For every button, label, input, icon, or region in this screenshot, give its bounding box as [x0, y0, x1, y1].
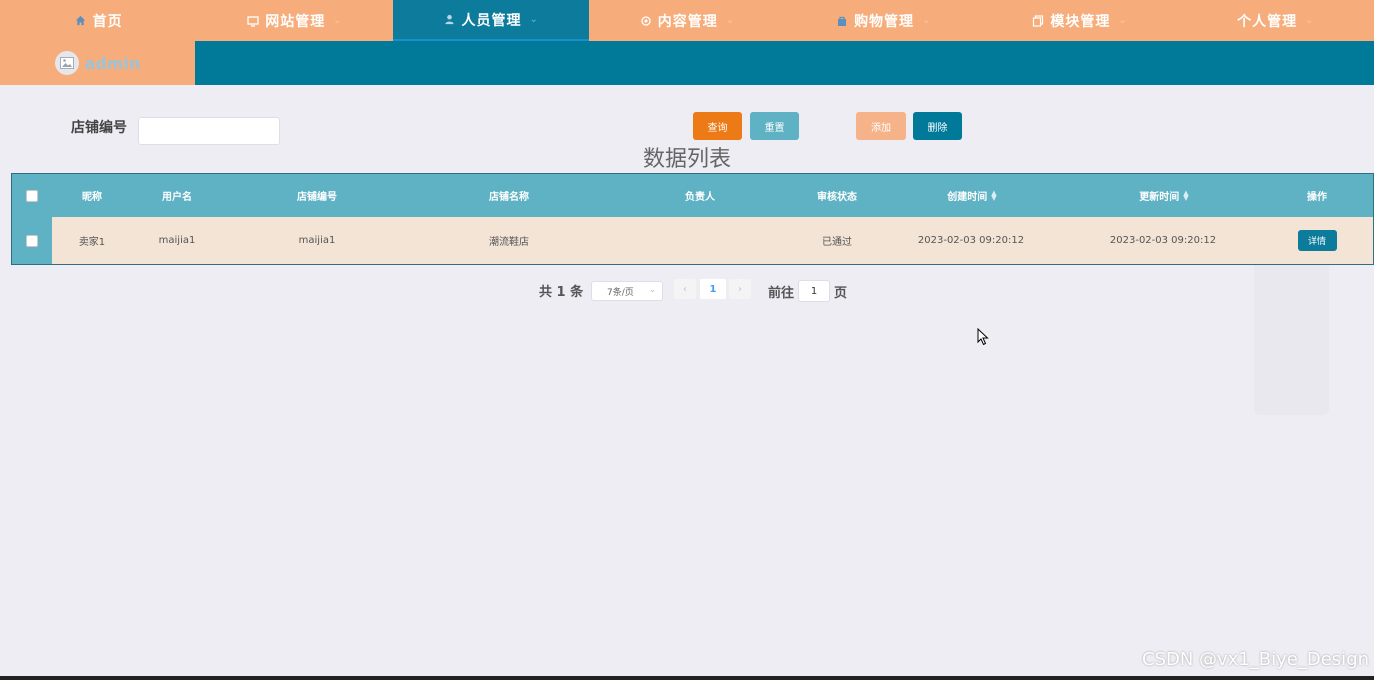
cell-created-time: 2023-02-03 09:20:12	[917, 235, 1025, 246]
username: admin	[84, 53, 141, 73]
prev-page-button[interactable]: ‹	[674, 279, 696, 299]
cell-username: maijia1	[158, 235, 196, 246]
user-icon	[443, 13, 457, 27]
page-size-select[interactable]: 7条/页 ⌄	[591, 281, 663, 301]
bottom-border	[0, 676, 1374, 680]
add-button[interactable]: 添加	[856, 112, 906, 140]
table-row: 卖家1 maijia1 maijia1 潮流鞋店 已通过 2023-02-03 …	[12, 217, 1373, 264]
col-shop-number: 店铺编号	[297, 192, 337, 203]
select-all-checkbox[interactable]	[12, 174, 52, 217]
chevron-down-icon: ⌄	[725, 15, 736, 26]
nav-item-home[interactable]: 首页	[0, 0, 196, 41]
chevron-down-icon: ⌄	[1118, 15, 1128, 26]
col-review-status: 审核状态	[817, 192, 857, 203]
goto-page-input[interactable]: 1	[798, 280, 830, 302]
nav-item-content-management[interactable]: 内容管理 ⌄	[589, 0, 785, 41]
chevron-down-icon: ⌄	[922, 15, 932, 26]
user-bar: admin	[0, 41, 1374, 85]
nav-label-shopping-management: 购物管理	[854, 13, 915, 30]
cell-shop-number: maijia1	[298, 235, 336, 246]
nav-label-personnel-management: 人员管理	[461, 12, 522, 29]
image-icon	[59, 57, 74, 69]
cell-nickname: 卖家1	[78, 237, 106, 248]
col-nickname: 昵称	[82, 192, 102, 203]
cell-manager	[670, 217, 730, 264]
list-title: 数据列表	[642, 147, 731, 172]
pagination-total: 共 1 条	[539, 285, 584, 300]
top-nav: 首页 网站管理 ⌄ 人员管理 ⌄ 内容管理 ⌄ 购物管理 ⌄ 模块管理 ⌄ 个人…	[0, 0, 1374, 41]
col-actions: 操作	[1307, 192, 1327, 203]
cell-updated-time: 2023-02-03 09:20:12	[1109, 235, 1217, 246]
nav-label-module-management: 模块管理	[1050, 13, 1111, 30]
page-suffix: 页	[834, 286, 848, 301]
mouse-cursor-icon	[977, 328, 989, 346]
monitor-icon	[246, 14, 260, 28]
avatar	[54, 51, 79, 75]
gear-icon	[639, 14, 653, 28]
nav-item-personal-management[interactable]: 个人管理 ⌄	[1178, 0, 1374, 41]
row-checkbox[interactable]	[12, 217, 52, 264]
cell-shop-name: 潮流鞋店	[489, 237, 529, 248]
floating-panel	[1254, 265, 1329, 415]
chevron-down-icon: ⌄	[333, 15, 343, 26]
nav-item-site-management[interactable]: 网站管理 ⌄	[196, 0, 392, 41]
goto-label: 前往	[768, 286, 795, 301]
nav-label-site-management: 网站管理	[265, 13, 326, 30]
sort-icon[interactable]: ▲ ▼	[1183, 189, 1188, 201]
col-shop-name: 店铺名称	[489, 192, 529, 203]
chevron-down-icon: ⌄	[529, 14, 539, 25]
home-icon	[74, 14, 88, 28]
delete-button[interactable]: 删除	[913, 112, 962, 140]
nav-item-personnel-management[interactable]: 人员管理 ⌄	[392, 0, 589, 41]
copy-icon	[1031, 14, 1045, 28]
col-username: 用户名	[162, 192, 192, 203]
reset-button[interactable]: 重置	[750, 112, 799, 140]
nav-label-home: 首页	[92, 13, 123, 30]
nav-item-module-management[interactable]: 模块管理 ⌄	[981, 0, 1177, 41]
search-label: 店铺编号	[71, 120, 127, 136]
sort-icon[interactable]: ▲ ▼	[991, 189, 996, 201]
col-updated-time[interactable]: 更新时间 ▲ ▼	[1124, 174, 1204, 217]
bag-icon	[835, 14, 849, 28]
col-manager: 负责人	[685, 192, 715, 203]
next-page-button[interactable]: ›	[729, 279, 751, 299]
cell-review-status: 已通过	[822, 237, 852, 248]
query-button[interactable]: 查询	[693, 112, 742, 140]
col-created-time-label: 创建时间	[947, 192, 988, 203]
watermark: CSDN @vx1_Biye_Design	[1142, 649, 1370, 670]
user-info[interactable]: admin	[0, 41, 195, 85]
nav-label-content-management: 内容管理	[657, 13, 718, 30]
page-size-value: 7条/页	[607, 287, 634, 298]
col-updated-time-label: 更新时间	[1139, 192, 1180, 203]
table-header: 昵称 用户名 店铺编号 店铺名称 负责人 审核状态 创建时间 ▲ ▼ 更新时间 ▲…	[12, 174, 1373, 217]
nav-label-personal-management: 个人管理	[1237, 13, 1298, 30]
page-number-current[interactable]: 1	[700, 279, 726, 299]
data-table: 昵称 用户名 店铺编号 店铺名称 负责人 审核状态 创建时间 ▲ ▼ 更新时间 ▲…	[11, 173, 1374, 265]
col-created-time[interactable]: 创建时间 ▲ ▼	[932, 174, 1012, 217]
chevron-down-icon: ⌄	[1305, 15, 1315, 26]
detail-button[interactable]: 详情	[1297, 230, 1337, 251]
chevron-down-icon: ⌄	[649, 285, 656, 294]
nav-item-shopping-management[interactable]: 购物管理 ⌄	[785, 0, 981, 41]
cell-actions: 详情	[1287, 217, 1347, 264]
